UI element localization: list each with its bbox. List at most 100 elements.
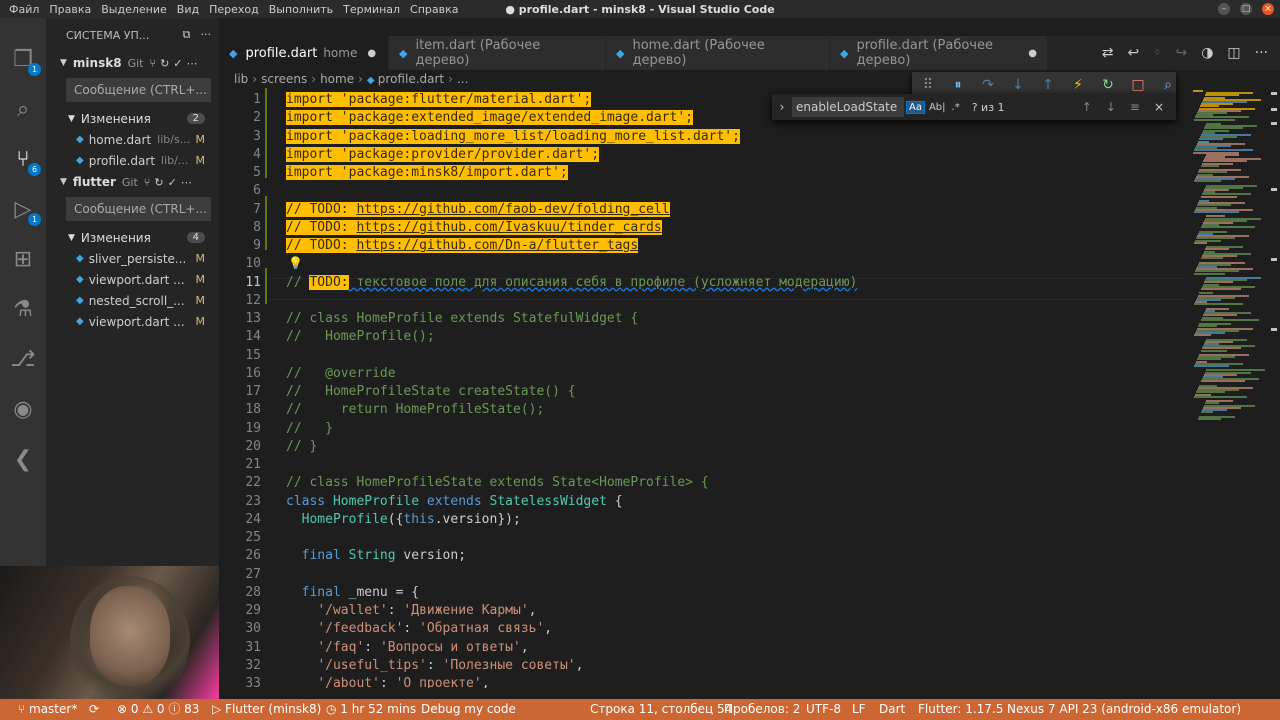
inspect-widget-icon[interactable]: ⌕: [1160, 77, 1176, 93]
flutter-icon[interactable]: ❮: [9, 446, 37, 474]
previous-match-icon[interactable]: ↑: [1082, 100, 1092, 114]
split-editor-icon[interactable]: ◫: [1227, 45, 1240, 61]
repo-header[interactable]: ▼ flutter Git ⑂↻✓⋯: [46, 171, 219, 193]
tab[interactable]: ◆ profile.dart (Рабочее дерево) ●: [830, 36, 1048, 70]
branch-status[interactable]: ⑂ master*: [18, 699, 77, 720]
drag-handle-icon[interactable]: ⠿: [920, 77, 936, 93]
whole-word-toggle[interactable]: Ab|: [927, 102, 948, 113]
vertical-scrollbar[interactable]: [1268, 88, 1280, 688]
more-icon[interactable]: ···: [1255, 45, 1268, 61]
stop-icon[interactable]: □: [1130, 77, 1146, 93]
toggle-replace-icon[interactable]: ›: [772, 100, 792, 114]
flutter-version-status[interactable]: Flutter: 1.17.5: [918, 699, 1003, 720]
code-editor[interactable]: 💡 1 import 'package:flutter/material.dart…: [219, 88, 1185, 688]
chevron-down-icon[interactable]: ▼: [60, 177, 67, 187]
cursor-position[interactable]: Строка 11, столбец 54: [590, 699, 732, 720]
extensions-icon[interactable]: ⊞: [9, 246, 37, 274]
commit-check-icon[interactable]: ✓: [173, 57, 186, 70]
prev-change-icon[interactable]: ◦: [1153, 45, 1161, 61]
menu-item[interactable]: Правка: [44, 3, 96, 16]
breadcrumb-item[interactable]: ...: [457, 72, 468, 86]
wakatime-label: 1 hr 52 mins: [340, 702, 417, 716]
flutter-project-status[interactable]: ▷ Flutter (minsk8): [212, 699, 321, 720]
tab-dirty-indicator[interactable]: ●: [367, 48, 376, 59]
problems-status[interactable]: ⊗ 0 ⚠ 0 ⓘ 83: [117, 699, 199, 720]
changes-group[interactable]: ▼ Изменения 2: [46, 108, 219, 129]
maximize-icon[interactable]: □: [1240, 3, 1252, 15]
next-change-icon[interactable]: ↪: [1175, 45, 1187, 61]
changed-file-item[interactable]: ◆ viewport.dart ... M: [46, 269, 219, 290]
more-actions-icon[interactable]: ···: [201, 28, 212, 42]
restart-icon[interactable]: ↻: [1100, 77, 1116, 93]
close-find-icon[interactable]: ×: [1154, 100, 1164, 114]
breadcrumb-item[interactable]: lib: [234, 72, 248, 86]
changed-file-item[interactable]: ◆ sliver_persiste... M: [46, 248, 219, 269]
close-icon[interactable]: ×: [1262, 3, 1274, 15]
sync-icon[interactable]: ⟳: [89, 699, 99, 720]
commit-check-icon[interactable]: ✓: [168, 176, 181, 189]
changed-file-item[interactable]: ◆ viewport.dart ... M: [46, 311, 219, 332]
more-icon[interactable]: ⋯: [181, 176, 196, 189]
chevron-down-icon[interactable]: ▼: [68, 233, 75, 243]
minimize-icon[interactable]: –: [1218, 3, 1230, 15]
refresh-icon[interactable]: ↻: [160, 57, 173, 70]
match-case-toggle[interactable]: Aa: [906, 100, 925, 114]
chevron-down-icon[interactable]: ▼: [60, 58, 67, 68]
wakatime-status[interactable]: ◷ 1 hr 52 mins: [326, 699, 416, 720]
regex-toggle[interactable]: .*: [950, 102, 962, 113]
next-match-icon[interactable]: ↓: [1106, 100, 1116, 114]
go-back-icon[interactable]: ↩: [1127, 45, 1139, 61]
explorer-icon[interactable]: ❐ 1: [9, 46, 41, 76]
debug-mode-status[interactable]: Debug my code: [421, 699, 516, 720]
changed-file-item[interactable]: ◆ profile.dart lib/... M: [46, 150, 219, 171]
step-over-icon[interactable]: ↷: [980, 77, 996, 93]
hot-reload-icon[interactable]: ⚡: [1070, 77, 1086, 93]
menu-item[interactable]: Вид: [172, 3, 204, 16]
changed-file-item[interactable]: ◆ nested_scroll_... M: [46, 290, 219, 311]
changed-file-item[interactable]: ◆ home.dart lib/s... M: [46, 129, 219, 150]
commit-message-input[interactable]: Сообщение (CTRL+...: [66, 78, 211, 102]
eol-status[interactable]: LF: [852, 699, 866, 720]
device-status[interactable]: Nexus 7 API 23 (android-x86 emulator): [1007, 699, 1241, 720]
minimap[interactable]: [1185, 88, 1265, 688]
step-out-icon[interactable]: ↑: [1040, 77, 1056, 93]
language-status[interactable]: Dart: [879, 699, 905, 720]
branch-icon[interactable]: ⑂: [149, 57, 160, 70]
source-control-icon[interactable]: ⑂ 6: [9, 146, 41, 176]
menu-item[interactable]: Переход: [204, 3, 264, 16]
menu-item[interactable]: Выполнить: [264, 3, 338, 16]
tab[interactable]: ◆ home.dart (Рабочее дерево): [606, 36, 830, 70]
repo-header[interactable]: ▼ minsk8 Git ⑂↻✓⋯: [46, 52, 219, 74]
indentation-status[interactable]: Пробелов: 2: [724, 699, 800, 720]
tab[interactable]: ◆ item.dart (Рабочее дерево): [389, 36, 606, 70]
menu-item[interactable]: Выделение: [96, 3, 172, 16]
breadcrumb-item[interactable]: screens: [261, 72, 307, 86]
find-input[interactable]: enableLoadState: [792, 97, 904, 117]
menu-item[interactable]: Справка: [405, 3, 463, 16]
find-in-selection-icon[interactable]: ≡: [1130, 100, 1140, 114]
branch-icon[interactable]: ⑂: [144, 176, 155, 189]
search-icon[interactable]: ⌕: [9, 96, 37, 124]
refresh-icon[interactable]: ↻: [154, 176, 167, 189]
changes-group[interactable]: ▼ Изменения 4: [46, 227, 219, 248]
commit-message-input[interactable]: Сообщение (CTRL+...: [66, 197, 211, 221]
testing-flask-icon[interactable]: ⚗: [9, 296, 37, 324]
encoding-status[interactable]: UTF-8: [806, 699, 841, 720]
tab-dirty-indicator[interactable]: ●: [1028, 48, 1037, 59]
menu-item[interactable]: Файл: [4, 3, 44, 16]
docker-icon[interactable]: ◉: [9, 396, 37, 424]
pause-icon[interactable]: ⏸: [950, 77, 966, 93]
open-changes-icon[interactable]: ⇄: [1102, 45, 1114, 61]
step-into-icon[interactable]: ↓: [1010, 77, 1026, 93]
git-graph-icon[interactable]: ⎇: [9, 346, 37, 374]
more-icon[interactable]: ⋯: [187, 57, 202, 70]
tab[interactable]: ◆ profile.dart home ●: [219, 36, 389, 70]
breadcrumb-item[interactable]: profile.dart: [378, 72, 444, 86]
chevron-down-icon[interactable]: ▼: [68, 114, 75, 124]
menu-item[interactable]: Терминал: [338, 3, 405, 16]
breadcrumb-item[interactable]: home: [320, 72, 354, 86]
toggle-inline-icon[interactable]: ◑: [1201, 45, 1213, 61]
lightbulb-icon[interactable]: 💡: [288, 256, 303, 270]
collapse-all-icon[interactable]: ⧉: [183, 28, 191, 42]
run-debug-icon[interactable]: ▷ 1: [9, 196, 41, 226]
